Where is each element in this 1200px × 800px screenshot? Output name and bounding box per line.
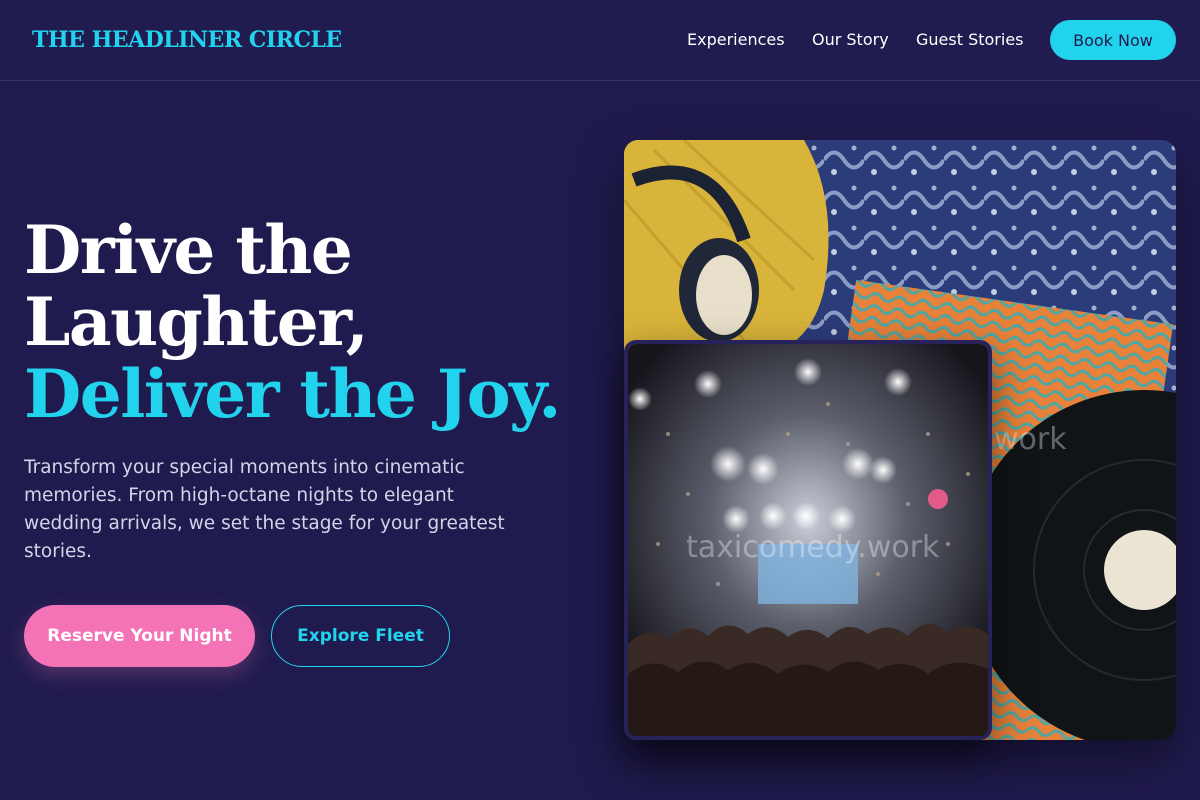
watermark-text-front: taxicomedy.work <box>686 530 940 565</box>
nav-link-guest-stories[interactable]: Guest Stories <box>916 30 1024 49</box>
headline-line-2: Laughter, <box>24 283 369 361</box>
nav-link-experiences[interactable]: Experiences <box>687 30 785 49</box>
reserve-your-night-button[interactable]: Reserve Your Night <box>24 605 255 667</box>
hero-headline: Drive the Laughter, Deliver the Joy. <box>24 211 561 433</box>
explore-fleet-button[interactable]: Explore Fleet <box>271 605 450 667</box>
headline-line-1: Drive the <box>24 211 353 289</box>
hero-description: Transform your special moments into cine… <box>24 457 505 562</box>
nav-link-our-story[interactable]: Our Story <box>812 30 889 49</box>
book-now-button[interactable]: Book Now <box>1050 20 1176 60</box>
watermark-text: work <box>994 422 1067 457</box>
site-header: THE HEADLINER CIRCLE Experiences Our Sto… <box>0 0 1200 81</box>
brand-logo[interactable]: THE HEADLINER CIRCLE <box>32 27 342 53</box>
concert-crowd-photo: taxicomedy.work <box>624 340 992 740</box>
headline-accent: Deliver the Joy. <box>24 355 561 433</box>
